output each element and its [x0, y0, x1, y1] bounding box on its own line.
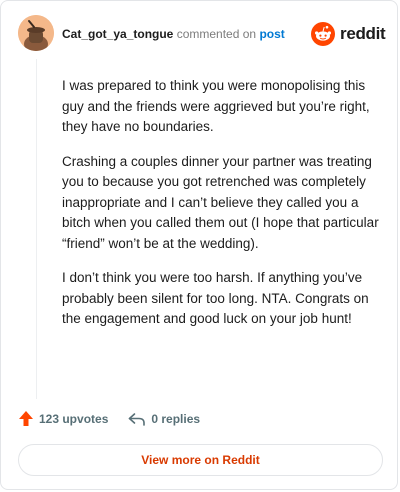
- upvote-arrow-icon: [19, 411, 33, 426]
- reply-arrow-icon: [129, 412, 146, 426]
- upvote-count: 123 upvotes: [39, 411, 109, 426]
- commented-on-text: commented on: [176, 27, 257, 41]
- replies-button[interactable]: 0 replies: [128, 412, 200, 426]
- thread-line: [36, 59, 37, 399]
- comment-paragraph: I was prepared to think you were monopol…: [62, 78, 370, 134]
- post-link[interactable]: post: [259, 27, 284, 41]
- reply-count: 0 replies: [151, 411, 201, 426]
- comment-body: I was prepared to think you were monopol…: [62, 76, 382, 344]
- reddit-logo[interactable]: reddit: [311, 22, 386, 46]
- view-more-button[interactable]: View more on Reddit: [18, 444, 383, 476]
- comment-header: Cat_got_ya_tongue commented on post: [62, 26, 285, 42]
- reddit-alien-icon: [311, 22, 335, 46]
- comment-paragraph: Crashing a couples dinner your partner w…: [62, 153, 379, 251]
- avatar-image-icon: [18, 15, 54, 51]
- comment-actions: 123 upvotes 0 replies: [18, 410, 200, 427]
- comment-embed-card: Cat_got_ya_tongue commented on post redd…: [0, 0, 398, 490]
- upvote-button[interactable]: 123 upvotes: [18, 410, 108, 427]
- username-link[interactable]: Cat_got_ya_tongue: [62, 27, 173, 41]
- comment-paragraph: I don’t think you were too harsh. If any…: [62, 270, 369, 326]
- reddit-wordmark: reddit: [340, 24, 386, 43]
- avatar[interactable]: [18, 15, 54, 51]
